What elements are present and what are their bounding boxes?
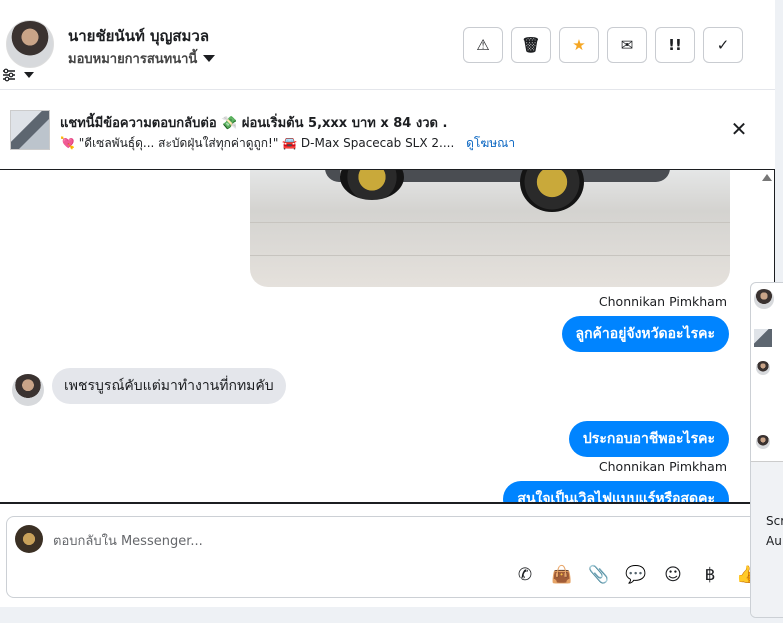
shopping-bag-icon: 👜: [551, 565, 573, 585]
contact-avatar[interactable]: [6, 20, 54, 68]
sender-name: Chonnikan Pimkham: [598, 459, 727, 474]
floor-tile-line: [250, 255, 730, 256]
baht-icon: ฿: [704, 565, 716, 585]
floating-chat-panel[interactable]: Scr Au: [750, 282, 783, 618]
outgoing-message[interactable]: สนใจเป็นเวิลไฟแบบแร์หรือสดคะ: [503, 481, 729, 502]
close-icon[interactable]: ✕: [728, 118, 750, 140]
car-wheel: [520, 170, 584, 212]
call-button[interactable]: ✆: [513, 563, 537, 587]
paperclip-icon: 📎: [588, 565, 610, 585]
panel-contact-avatar: [756, 361, 770, 375]
saved-replies-button[interactable]: 💬: [624, 563, 648, 587]
floor-tile-line: [250, 222, 730, 223]
chat-bubble-icon: 💬: [625, 565, 647, 585]
mark-unread-button[interactable]: ✉: [607, 27, 647, 63]
panel-text: Scr: [766, 514, 783, 528]
assign-label: มอบหมายการสนทนานี้: [68, 52, 198, 67]
reply-composer: ✆👜📎💬☺฿👍: [0, 502, 775, 607]
car-photo-message[interactable]: [250, 170, 730, 287]
priority-icon: !!: [668, 36, 682, 54]
reply-box: ✆👜📎💬☺฿👍: [6, 516, 775, 598]
phone-add-icon: ✆: [517, 565, 533, 585]
page-avatar: [15, 525, 43, 553]
sender-name: Chonnikan Pimkham: [598, 294, 727, 309]
sliders-icon: [3, 68, 15, 82]
attach-button[interactable]: 📎: [587, 563, 611, 587]
scroll-up-arrow-icon[interactable]: [762, 174, 772, 181]
trash-icon: 🗑: [521, 36, 541, 54]
chevron-down-icon: [24, 72, 34, 78]
envelope-icon: ✉: [620, 36, 634, 54]
star-icon: ★: [572, 36, 586, 54]
incoming-message[interactable]: เพชรบูรณ์คับแต่มาทำงานที่กทมคับ: [52, 368, 286, 404]
reply-input[interactable]: [53, 531, 653, 551]
conversation-header: นายชัยนันท์ บุญสมวล มอบหมายการสนทนานี้ ⚠…: [0, 0, 775, 90]
smiley-icon: ☺: [664, 565, 682, 585]
ad-thumbnail[interactable]: [10, 110, 50, 150]
panel-avatar[interactable]: [754, 289, 774, 309]
contact-name[interactable]: นายชัยนันท์ บุญสมวล: [68, 24, 209, 48]
ad-subtitle: 💘 "ดีเซลพันธุ์ดุ... สะบัดฝุ่นใส่ทุกค่าดู…: [60, 134, 515, 153]
panel-footer: Scr Au: [751, 461, 783, 617]
view-ad-link[interactable]: ดูโฆษณา: [466, 136, 515, 150]
chevron-down-icon: [203, 55, 216, 62]
panel-text: Au: [766, 534, 782, 548]
shop-button[interactable]: 👜: [550, 563, 574, 587]
report-spam-button[interactable]: ⚠: [463, 27, 503, 63]
payment-button[interactable]: ฿: [698, 563, 722, 587]
warning-icon: ⚠: [476, 36, 490, 54]
panel-ad-thumbnail: [754, 329, 772, 347]
check-icon: ✓: [716, 36, 730, 54]
car-wheel: [340, 170, 404, 200]
ad-description: 💘 "ดีเซลพันธุ์ดุ... สะบัดฝุ่นใส่ทุกค่าดู…: [60, 136, 455, 150]
contact-avatar-small[interactable]: [12, 374, 44, 406]
filter-dropdown[interactable]: [2, 68, 34, 82]
emoji-button[interactable]: ☺: [661, 563, 685, 587]
follow-up-button[interactable]: !!: [655, 27, 695, 63]
outgoing-message[interactable]: ประกอบอาชีพอะไรคะ: [568, 421, 729, 457]
conversation-actions: ⚠ 🗑 ★ ✉!! ✓: [463, 27, 743, 63]
mark-done-button[interactable]: ✓: [703, 27, 743, 63]
assign-conversation-dropdown[interactable]: มอบหมายการสนทนานี้: [68, 48, 216, 69]
message-thread: Chonnikan Pimkham ลูกค้าอยู่จังหวัดอะไรค…: [0, 170, 775, 502]
inbox-conversation-window: นายชัยนันท์ บุญสมวล มอบหมายการสนทนานี้ ⚠…: [0, 0, 783, 623]
composer-toolbar: ✆ 👜 📎 💬 ☺ ฿ 👍: [513, 563, 759, 587]
star-button[interactable]: ★: [559, 27, 599, 63]
outgoing-message[interactable]: ลูกค้าอยู่จังหวัดอะไรคะ: [561, 316, 729, 352]
panel-contact-avatar: [756, 435, 770, 449]
ad-context-banner: แชทนี้มีข้อความตอบกลับต่อ 💸 ผ่อนเริ่มต้น…: [0, 90, 775, 170]
ad-title: แชทนี้มีข้อความตอบกลับต่อ 💸 ผ่อนเริ่มต้น…: [60, 116, 448, 131]
delete-button[interactable]: 🗑: [511, 27, 551, 63]
